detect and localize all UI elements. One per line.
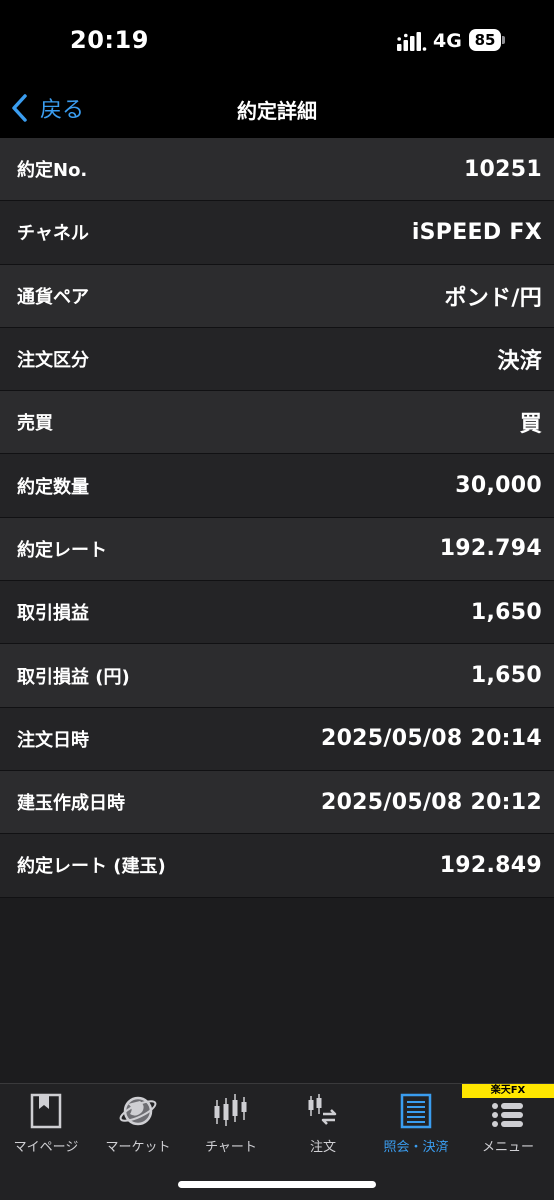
tab-label: マーケット (105, 1140, 171, 1155)
row-value: 192.794 (439, 536, 542, 562)
row-label: 約定数量 (17, 476, 89, 498)
detail-row-pnl: 取引損益 1,650 (0, 581, 554, 645)
page-title: 約定詳細 (237, 99, 317, 123)
row-label: 取引損益 (円) (17, 666, 130, 688)
tab-label: 照会・決済 (383, 1140, 449, 1155)
detail-row-position-datetime: 建玉作成日時 2025/05/08 20:12 (0, 770, 554, 835)
row-value: 買 (519, 412, 542, 438)
tab-order[interactable]: 注文 (277, 1084, 369, 1159)
row-label: 建玉作成日時 (17, 793, 125, 815)
detail-row-position-rate: 約定レート (建玉) 192.849 (0, 834, 554, 898)
candlestick-chart-icon (214, 1094, 247, 1126)
tab-chart[interactable]: チャート (185, 1084, 277, 1159)
signal-strength-icon (397, 32, 427, 51)
row-label: 注文日時 (17, 729, 89, 751)
row-label: 通貨ペア (17, 286, 89, 308)
network-type: 4G (433, 30, 462, 52)
row-value: 192.849 (439, 852, 542, 878)
status-bar: 20:19 4G 85 (0, 0, 554, 78)
detail-row-pnl-yen: 取引損益 (円) 1,650 (0, 644, 554, 708)
bookmark-page-icon (30, 1093, 62, 1129)
detail-row-order-type: 注文区分 決済 (0, 327, 554, 392)
tab-label: メニュー (481, 1140, 534, 1155)
tab-label: マイページ (13, 1140, 79, 1155)
detail-row-currency-pair: 通貨ペア ポンド/円 (0, 264, 554, 328)
row-value: iSPEED FX (411, 219, 542, 245)
detail-row-quantity: 約定数量 30,000 (0, 454, 554, 518)
tab-menu[interactable]: メニュー (462, 1084, 554, 1159)
order-icon (308, 1094, 337, 1125)
detail-row-order-datetime: 注文日時 2025/05/08 20:14 (0, 707, 554, 771)
tab-inquiry-settlement[interactable]: 照会・決済 (370, 1084, 462, 1159)
list-document-icon (400, 1093, 432, 1129)
row-label: チャネル (17, 223, 89, 245)
tab-label: チャート (205, 1140, 257, 1155)
detail-list: 約定No. 10251 チャネル iSPEED FX 通貨ペア ポンド/円 注文… (0, 138, 554, 898)
row-value: 2025/05/08 20:14 (320, 726, 542, 752)
row-value: 1,650 (470, 599, 542, 625)
menu-icon (492, 1103, 523, 1127)
row-value: 1,650 (470, 663, 542, 689)
row-label: 約定レート (建玉) (17, 856, 166, 878)
detail-row-side: 売買 買 (0, 391, 554, 455)
tab-market[interactable]: マーケット (92, 1084, 184, 1159)
status-time: 20:19 (70, 26, 149, 54)
detail-row-contract-no: 約定No. 10251 (0, 138, 554, 202)
detail-row-channel: チャネル iSPEED FX (0, 201, 554, 265)
navigation-bar: 戻る 約定詳細 (0, 78, 554, 138)
tab-mypage[interactable]: マイページ (0, 1084, 92, 1159)
row-label: 売買 (17, 413, 53, 435)
home-indicator[interactable] (178, 1181, 376, 1188)
screen: 20:19 4G 85 戻る 約定詳細 約定No. 10251 チャネル iSP… (0, 0, 554, 1200)
row-label: 取引損益 (17, 603, 89, 625)
row-value: 30,000 (455, 473, 542, 499)
battery-icon: 85 (469, 29, 505, 51)
row-value: 10251 (463, 156, 542, 182)
tab-label: 注文 (309, 1140, 336, 1155)
globe-icon (119, 1096, 157, 1126)
row-value: 2025/05/08 20:12 (320, 789, 542, 815)
row-value: 決済 (497, 349, 542, 375)
row-label: 約定No. (17, 160, 88, 182)
row-label: 約定レート (17, 539, 107, 561)
battery-level: 85 (469, 29, 501, 51)
row-value: ポンド/円 (444, 285, 542, 311)
detail-row-rate: 約定レート 192.794 (0, 517, 554, 582)
row-label: 注文区分 (17, 350, 89, 372)
